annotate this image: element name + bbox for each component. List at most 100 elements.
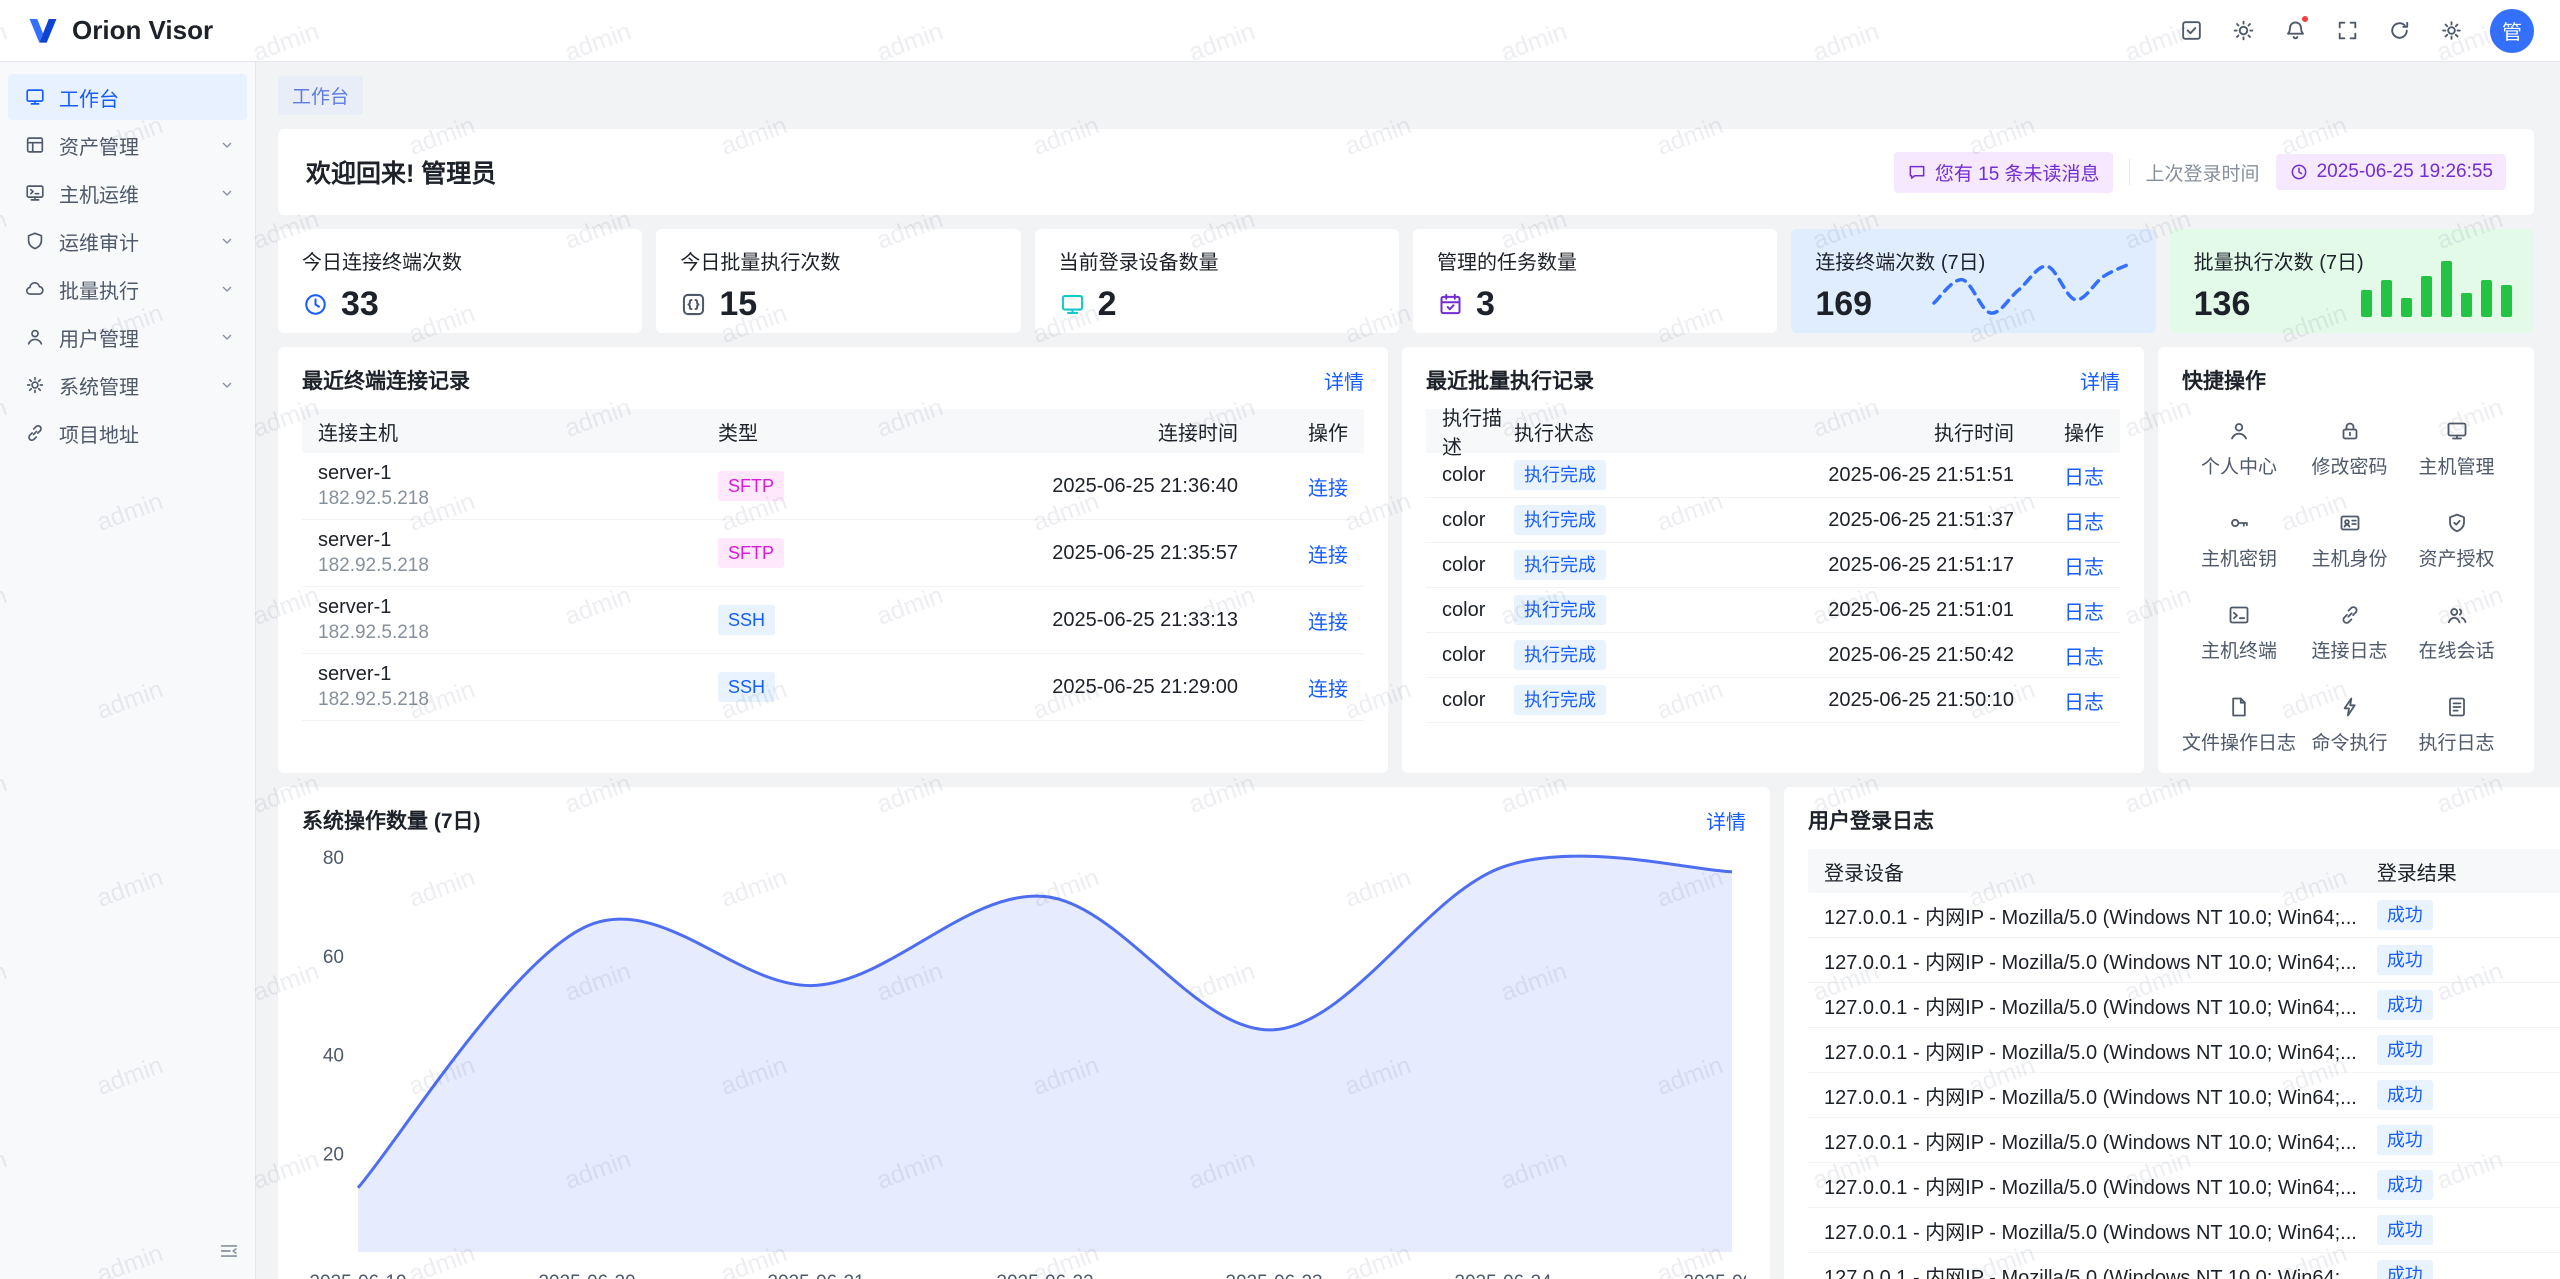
chart-detail-link[interactable]: 详情 bbox=[1706, 806, 1746, 835]
quick-action[interactable]: 主机管理 bbox=[2403, 419, 2510, 479]
protocol-tag: SFTP bbox=[718, 538, 784, 568]
breadcrumb: 工作台 bbox=[278, 76, 2534, 115]
connection-time: 2025-06-25 21:36:40 bbox=[938, 475, 1238, 498]
theme-toggle-icon[interactable] bbox=[2222, 10, 2264, 52]
login-result-badge: 成功 bbox=[2377, 1260, 2433, 1279]
log-link[interactable]: 日志 bbox=[2064, 602, 2104, 624]
quick-action[interactable]: 主机身份 bbox=[2296, 511, 2403, 571]
system-icon bbox=[24, 374, 46, 396]
sidebar-item[interactable]: 主机运维 bbox=[8, 170, 247, 216]
batch-icon bbox=[24, 278, 46, 300]
users-icon bbox=[24, 326, 46, 348]
clock-icon bbox=[302, 291, 329, 318]
connection-row: server-1 182.92.5.218 SSH 2025-06-25 21:… bbox=[302, 654, 1364, 721]
connection-time: 2025-06-25 21:29:00 bbox=[938, 676, 1238, 699]
calendar-icon bbox=[1437, 291, 1464, 318]
stat-card-connect-trend: 连接终端次数 (7日) 169 bbox=[1791, 229, 2155, 333]
breadcrumb-item[interactable]: 工作台 bbox=[278, 76, 363, 115]
stat-card: 今日连接终端次数 33 bbox=[278, 229, 642, 333]
quick-action[interactable]: 资产授权 bbox=[2403, 511, 2510, 571]
log-link[interactable]: 日志 bbox=[2064, 512, 2104, 534]
connections-detail-link[interactable]: 详情 bbox=[1324, 366, 1364, 395]
sidebar-item[interactable]: 用户管理 bbox=[8, 314, 247, 360]
divider bbox=[2129, 159, 2130, 185]
protocol-tag: SSH bbox=[718, 672, 775, 702]
execution-row: color 执行完成 2025-06-25 21:51:01 日志 bbox=[1426, 588, 2120, 633]
connect-link[interactable]: 连接 bbox=[1308, 545, 1348, 567]
sidebar-item[interactable]: 运维审计 bbox=[8, 218, 247, 264]
protocol-tag: SSH bbox=[718, 605, 775, 635]
sidebar-menu: 工作台 资产管理 主机运维 bbox=[0, 62, 255, 468]
lock-icon bbox=[2338, 419, 2362, 443]
welcome-title: 欢迎回来! 管理员 bbox=[306, 154, 496, 190]
sidebar-item[interactable]: 项目地址 bbox=[8, 410, 247, 456]
log-link[interactable]: 日志 bbox=[2064, 467, 2104, 489]
asset-icon bbox=[24, 134, 46, 156]
log-link[interactable]: 日志 bbox=[2064, 692, 2104, 714]
table-header: 连接主机 类型 连接时间 操作 bbox=[302, 409, 1364, 453]
sidebar-item[interactable]: 工作台 bbox=[8, 74, 247, 120]
login-logs-table: 登录设备 登录结果 登录时间 127.0.0.1 - 内网IP - Mozill… bbox=[1808, 849, 2560, 1279]
connect-link[interactable]: 连接 bbox=[1308, 679, 1348, 701]
login-device: 127.0.0.1 - 内网IP - Mozilla/5.0 (Windows … bbox=[1824, 1081, 2377, 1110]
table-header: 登录设备 登录结果 登录时间 bbox=[1808, 849, 2560, 893]
host-ip: 182.92.5.218 bbox=[318, 555, 718, 577]
topbar: Orion Visor 管 bbox=[0, 0, 2560, 62]
log-link[interactable]: 日志 bbox=[2064, 647, 2104, 669]
connect-link[interactable]: 连接 bbox=[1308, 612, 1348, 634]
execution-row: color 执行完成 2025-06-25 21:50:42 日志 bbox=[1426, 633, 2120, 678]
fullscreen-icon[interactable] bbox=[2326, 10, 2368, 52]
app-logo[interactable]: Orion Visor bbox=[26, 14, 213, 48]
host-ip: 182.92.5.218 bbox=[318, 488, 718, 510]
quick-action[interactable]: 主机密钥 bbox=[2182, 511, 2296, 571]
user-avatar[interactable]: 管 bbox=[2490, 9, 2534, 53]
quick-actions-panel: 快捷操作 个人中心 修改密码 主机管理 bbox=[2158, 347, 2534, 773]
link-icon bbox=[2338, 603, 2362, 627]
sidebar-item[interactable]: 系统管理 bbox=[8, 362, 247, 408]
middle-row: 最近终端连接记录 详情 连接主机 类型 连接时间 操作 server-1 182… bbox=[278, 347, 2534, 773]
login-time: 2025-03-22 01:01:31 bbox=[2527, 1174, 2560, 1197]
tasks-icon[interactable] bbox=[2170, 10, 2212, 52]
chevron-down-icon bbox=[219, 233, 235, 249]
login-time: 2025-06-25 19:26:55 bbox=[2527, 904, 2560, 927]
settings-gear-icon[interactable] bbox=[2430, 10, 2472, 52]
chevron-down-icon bbox=[219, 137, 235, 153]
login-time: 2025-03-21 23:53:43 bbox=[2527, 1264, 2560, 1279]
unread-messages-badge[interactable]: 您有 15 条未读消息 bbox=[1894, 152, 2113, 193]
connect-link[interactable]: 连接 bbox=[1308, 478, 1348, 500]
quick-action[interactable]: 命令执行 bbox=[2296, 695, 2403, 755]
quick-action[interactable]: 文件操作日志 bbox=[2182, 695, 2296, 755]
execution-time: 2025-06-25 21:50:10 bbox=[1724, 689, 2014, 712]
sidebar-item[interactable]: 资产管理 bbox=[8, 122, 247, 168]
quick-action[interactable]: 执行日志 bbox=[2403, 695, 2510, 755]
executions-detail-link[interactable]: 详情 bbox=[2080, 366, 2120, 395]
status-badge: 执行完成 bbox=[1514, 460, 1606, 490]
notifications-icon[interactable] bbox=[2274, 10, 2316, 52]
quick-actions-grid: 个人中心 修改密码 主机管理 主机密钥 bbox=[2182, 419, 2510, 755]
panel-title: 系统操作数量 (7日) bbox=[302, 805, 481, 835]
login-log-row: 127.0.0.1 - 内网IP - Mozilla/5.0 (Windows … bbox=[1808, 893, 2560, 938]
quick-action[interactable]: 主机终端 bbox=[2182, 603, 2296, 663]
sidebar-collapse-button[interactable] bbox=[213, 1235, 245, 1267]
dashboard-icon bbox=[24, 86, 46, 108]
quick-action[interactable]: 个人中心 bbox=[2182, 419, 2296, 479]
quick-action[interactable]: 修改密码 bbox=[2296, 419, 2403, 479]
main-content: 工作台 欢迎回来! 管理员 您有 15 条未读消息 上次登录时间 2025-06… bbox=[256, 62, 2560, 1279]
quick-action[interactable]: 连接日志 bbox=[2296, 603, 2403, 663]
sidebar-item[interactable]: 批量执行 bbox=[8, 266, 247, 312]
executions-table: 执行描述 执行状态 执行时间 操作 color 执行完成 2025-06-25 … bbox=[1426, 409, 2120, 723]
monitor-icon bbox=[2445, 419, 2469, 443]
quick-action[interactable]: 在线会话 bbox=[2403, 603, 2510, 663]
logo-icon bbox=[26, 14, 60, 48]
refresh-icon[interactable] bbox=[2378, 10, 2420, 52]
last-login-label: 上次登录时间 bbox=[2146, 159, 2260, 186]
log-link[interactable]: 日志 bbox=[2064, 557, 2104, 579]
svg-text:60: 60 bbox=[323, 947, 344, 968]
execution-time: 2025-06-25 21:51:17 bbox=[1724, 554, 2014, 577]
host-ip: 182.92.5.218 bbox=[318, 689, 718, 711]
login-result-badge: 成功 bbox=[2377, 945, 2433, 975]
connection-row: server-1 182.92.5.218 SSH 2025-06-25 21:… bbox=[302, 587, 1364, 654]
svg-text:40: 40 bbox=[323, 1046, 344, 1067]
login-time: 2025-05-29 19:43:57 bbox=[2527, 1039, 2560, 1062]
login-device: 127.0.0.1 - 内网IP - Mozilla/5.0 (Windows … bbox=[1824, 1171, 2377, 1200]
